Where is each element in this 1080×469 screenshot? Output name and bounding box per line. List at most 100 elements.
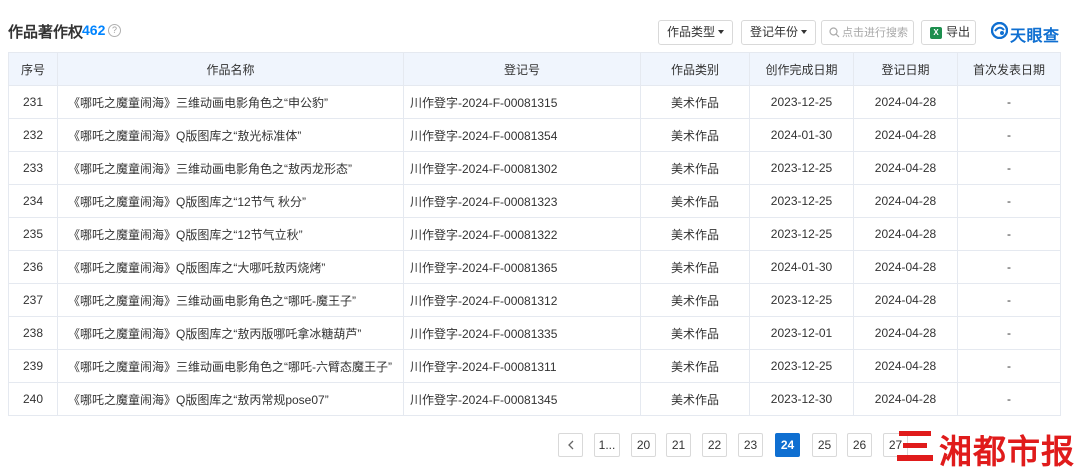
- cell-no: 233: [8, 151, 58, 185]
- page-button[interactable]: 25: [812, 433, 837, 457]
- export-button[interactable]: X 导出: [921, 20, 976, 45]
- cell-name-link[interactable]: 《哪吒之魔童闹海》三维动画电影角色之“申公豹”: [57, 85, 404, 119]
- cell-name-link[interactable]: 《哪吒之魔童闹海》三维动画电影角色之“敖丙龙形态”: [57, 151, 404, 185]
- cell-reg: 川作登字-2024-F-00081302: [403, 151, 641, 185]
- cell-no: 239: [8, 349, 58, 383]
- column-header-name: 作品名称: [57, 52, 404, 86]
- cell-registered: 2024-04-28: [853, 382, 958, 416]
- page-button[interactable]: 20: [631, 433, 656, 457]
- cell-name-link[interactable]: 《哪吒之魔童闹海》三维动画电影角色之“哪吒-魔王子”: [57, 283, 404, 317]
- table-header-row: 序号 作品名称 登记号 作品类别 创作完成日期 登记日期 首次发表日期: [8, 52, 1061, 86]
- column-header-completed: 创作完成日期: [749, 52, 854, 86]
- cell-name-link[interactable]: 《哪吒之魔童闹海》Q版图库之“敖光标准体”: [57, 118, 404, 152]
- cell-no: 240: [8, 382, 58, 416]
- cell-completed: 2023-12-25: [749, 184, 854, 218]
- search-box[interactable]: [821, 20, 914, 45]
- page-button-current[interactable]: 24: [775, 433, 800, 457]
- cell-category: 美术作品: [640, 184, 750, 218]
- column-header-no: 序号: [8, 52, 58, 86]
- page-title: 作品著作权: [8, 24, 84, 41]
- cell-registered: 2024-04-28: [853, 85, 958, 119]
- cell-published: -: [957, 349, 1061, 383]
- cell-no: 238: [8, 316, 58, 350]
- cell-reg: 川作登字-2024-F-00081335: [403, 316, 641, 350]
- table-row: 231 《哪吒之魔童闹海》三维动画电影角色之“申公豹” 川作登字-2024-F-…: [8, 85, 1061, 119]
- cell-no: 237: [8, 283, 58, 317]
- cell-name-link[interactable]: 《哪吒之魔童闹海》Q版图库之“敖丙常规pose07”: [57, 382, 404, 416]
- help-icon[interactable]: ?: [108, 24, 121, 37]
- column-header-reg: 登记号: [403, 52, 641, 86]
- cell-registered: 2024-04-28: [853, 349, 958, 383]
- page-button-first[interactable]: 1...: [594, 433, 620, 457]
- page-button[interactable]: 23: [738, 433, 763, 457]
- cell-category: 美术作品: [640, 382, 750, 416]
- cell-reg: 川作登字-2024-F-00081345: [403, 382, 641, 416]
- cell-name-link[interactable]: 《哪吒之魔童闹海》Q版图库之“12节气立秋”: [57, 217, 404, 251]
- cell-name-link[interactable]: 《哪吒之魔童闹海》Q版图库之“12节气 秋分”: [57, 184, 404, 218]
- cell-registered: 2024-04-28: [853, 184, 958, 218]
- cell-completed: 2023-12-01: [749, 316, 854, 350]
- cell-completed: 2023-12-25: [749, 85, 854, 119]
- cell-name-link[interactable]: 《哪吒之魔童闹海》Q版图库之“敖丙版哪吒拿冰糖葫芦”: [57, 316, 404, 350]
- table-row: 234 《哪吒之魔童闹海》Q版图库之“12节气 秋分” 川作登字-2024-F-…: [8, 184, 1061, 218]
- export-label: 导出: [946, 25, 971, 39]
- cell-registered: 2024-04-28: [853, 283, 958, 317]
- cell-reg: 川作登字-2024-F-00081322: [403, 217, 641, 251]
- cell-category: 美术作品: [640, 151, 750, 185]
- cell-published: -: [957, 118, 1061, 152]
- newspaper-watermark: 湘都市报: [897, 425, 1080, 469]
- watermark-text: 湘都市报: [939, 432, 1075, 469]
- filter-type-button[interactable]: 作品类型: [658, 20, 734, 45]
- page-header: 作品著作权 462 ? 作品类型 登记年份 X 导出 天眼查: [0, 0, 1080, 60]
- column-header-category: 作品类别: [640, 52, 750, 86]
- cell-reg: 川作登字-2024-F-00081354: [403, 118, 641, 152]
- caret-down-icon: [801, 29, 808, 34]
- cell-registered: 2024-04-28: [853, 217, 958, 251]
- table-row: 236 《哪吒之魔童闹海》Q版图库之“大哪吒敖丙烧烤” 川作登字-2024-F-…: [8, 250, 1061, 284]
- page-button[interactable]: 21: [666, 433, 691, 457]
- cell-no: 231: [8, 85, 58, 119]
- cell-published: -: [957, 217, 1061, 251]
- column-header-published: 首次发表日期: [957, 52, 1061, 86]
- search-input[interactable]: [842, 24, 912, 41]
- cell-completed: 2024-01-30: [749, 118, 854, 152]
- cell-category: 美术作品: [640, 316, 750, 350]
- cell-published: -: [957, 85, 1061, 119]
- cell-published: -: [957, 184, 1061, 218]
- cell-reg: 川作登字-2024-F-00081311: [403, 349, 641, 383]
- page-button[interactable]: 26: [847, 433, 872, 457]
- column-header-registered: 登记日期: [853, 52, 958, 86]
- cell-reg: 川作登字-2024-F-00081315: [403, 85, 641, 119]
- cell-category: 美术作品: [640, 217, 750, 251]
- record-count: 462: [82, 22, 106, 38]
- table-row: 237 《哪吒之魔童闹海》三维动画电影角色之“哪吒-魔王子” 川作登字-2024…: [8, 283, 1061, 317]
- table-row: 235 《哪吒之魔童闹海》Q版图库之“12节气立秋” 川作登字-2024-F-0…: [8, 217, 1061, 251]
- cell-completed: 2023-12-25: [749, 349, 854, 383]
- filter-year-label: 登记年份: [750, 25, 799, 39]
- logo-mark-icon: [991, 22, 1008, 39]
- page-button[interactable]: 22: [702, 433, 727, 457]
- cell-published: -: [957, 151, 1061, 185]
- logo-text: 天眼查: [1010, 28, 1060, 45]
- cell-name-link[interactable]: 《哪吒之魔童闹海》Q版图库之“大哪吒敖丙烧烤”: [57, 250, 404, 284]
- cell-completed: 2023-12-30: [749, 382, 854, 416]
- tianyancha-logo[interactable]: 天眼查: [991, 20, 1071, 45]
- filter-type-label: 作品类型: [667, 25, 716, 39]
- chevron-left-icon: [567, 440, 573, 450]
- cell-completed: 2023-12-25: [749, 151, 854, 185]
- cell-category: 美术作品: [640, 250, 750, 284]
- prev-page-button[interactable]: [558, 433, 583, 457]
- cell-registered: 2024-04-28: [853, 250, 958, 284]
- caret-down-icon: [718, 29, 725, 34]
- cell-reg: 川作登字-2024-F-00081312: [403, 283, 641, 317]
- cell-no: 235: [8, 217, 58, 251]
- filter-year-button[interactable]: 登记年份: [741, 20, 817, 45]
- cell-name-link[interactable]: 《哪吒之魔童闹海》三维动画电影角色之“哪吒-六臂态魔王子”: [57, 349, 404, 383]
- cell-reg: 川作登字-2024-F-00081365: [403, 250, 641, 284]
- cell-published: -: [957, 382, 1061, 416]
- table-row: 233 《哪吒之魔童闹海》三维动画电影角色之“敖丙龙形态” 川作登字-2024-…: [8, 151, 1061, 185]
- table-row: 238 《哪吒之魔童闹海》Q版图库之“敖丙版哪吒拿冰糖葫芦” 川作登字-2024…: [8, 316, 1061, 350]
- cell-category: 美术作品: [640, 118, 750, 152]
- table-row: 232 《哪吒之魔童闹海》Q版图库之“敖光标准体” 川作登字-2024-F-00…: [8, 118, 1061, 152]
- cell-reg: 川作登字-2024-F-00081323: [403, 184, 641, 218]
